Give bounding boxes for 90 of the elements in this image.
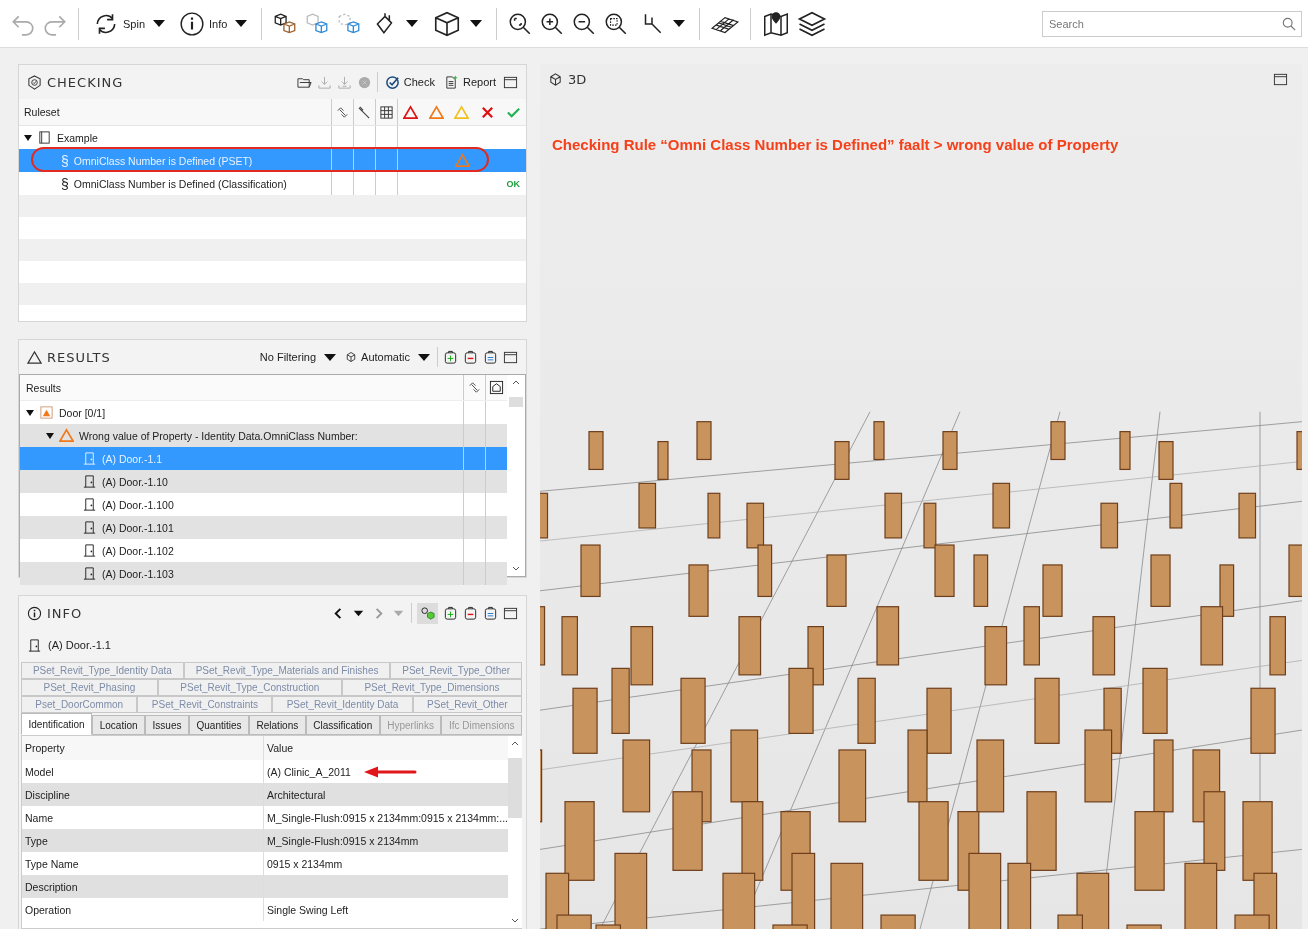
spin-button[interactable]: Spin <box>89 10 170 37</box>
book-icon <box>37 130 52 145</box>
table-icon <box>379 104 394 120</box>
door-label: (A) Door.-1.101 <box>102 521 174 534</box>
door-label: (A) Door.-1.102 <box>102 544 174 557</box>
triangle-icon <box>27 349 42 365</box>
section-sign: § <box>61 175 69 192</box>
report-button[interactable]: Report <box>441 74 498 90</box>
tab[interactable]: Issues <box>145 715 189 735</box>
ok-status: OK <box>506 178 520 189</box>
result-row[interactable]: (A) Door.-1.101 <box>20 516 507 539</box>
door-label: (A) Door.-1.103 <box>102 567 174 580</box>
filter-dropdown[interactable]: No Filtering <box>257 351 339 363</box>
column-header: Property <box>22 736 264 760</box>
info-icon <box>27 605 42 621</box>
tab[interactable]: Classification <box>305 715 380 735</box>
annotation-text: Checking Rule “Omni Class Number is Defined” faalt > wrong value of Property <box>551 135 1120 153</box>
table-cell: Single Swing Left <box>267 903 349 916</box>
door-icon <box>82 474 97 489</box>
table-cell: M_Single-Flush:0915 x 2134mm <box>267 834 419 847</box>
rule-name: OmniClass Number is Defined (PSET) <box>73 154 253 167</box>
info-button[interactable]: Info <box>175 10 252 37</box>
search-icon[interactable] <box>1282 16 1296 31</box>
column-header: Value <box>266 741 295 756</box>
warning-folder-icon <box>39 405 54 420</box>
table-cell: Architectural <box>267 788 326 801</box>
result-row[interactable]: (A) Door.-1.10 <box>20 470 507 493</box>
clipboard-remove-icon[interactable] <box>463 349 478 365</box>
door-icon <box>82 497 97 512</box>
issue-label: Wrong value of Property - Identity Data.OmniClass Number: <box>79 429 358 442</box>
door-icon <box>27 637 42 653</box>
window-icon[interactable] <box>503 349 518 365</box>
panel-title: CHECKING <box>47 74 124 90</box>
element-name: (A) Door.-1.1 <box>48 639 111 651</box>
table-cell: (A) Clinic_A_2011 <box>267 765 351 778</box>
door-icon <box>82 520 97 535</box>
select-cube-icon[interactable] <box>417 602 438 624</box>
window-icon[interactable] <box>1273 71 1288 87</box>
result-group-label: Door [0/1] <box>59 406 106 419</box>
scrollbar[interactable] <box>508 736 523 928</box>
search-field[interactable]: Search <box>1042 10 1302 37</box>
info-icon <box>179 10 206 37</box>
table-cell: Description <box>22 875 264 898</box>
warning-icon <box>59 428 74 443</box>
check-circle-icon <box>384 74 400 90</box>
clipboard-remove-icon[interactable] <box>463 605 478 621</box>
section-sign: § <box>61 152 69 169</box>
table-cell: Operation <box>22 898 264 921</box>
tab[interactable]: Location <box>92 715 146 735</box>
result-row[interactable]: (A) Door.-1.103 <box>20 562 507 585</box>
ruleset-name: Example <box>57 131 98 144</box>
cross-icon <box>480 104 496 120</box>
tab[interactable]: Identification <box>21 713 93 735</box>
warning-icon <box>403 104 419 120</box>
window-icon[interactable] <box>503 74 518 90</box>
clipboard-list-icon[interactable] <box>483 605 498 621</box>
door-label: (A) Door.-1.10 <box>102 475 168 488</box>
tab[interactable]: Relations <box>249 715 306 735</box>
door-label: (A) Door.-1.1 <box>102 452 163 465</box>
table-cell: M_Single-Flush:0915 x 2134mm:0915 x 2134mm:... <box>267 811 509 824</box>
warning-icon <box>428 104 444 120</box>
view-title: 3D <box>568 71 587 87</box>
check-button[interactable]: Check <box>382 74 437 90</box>
shield-check-icon <box>27 74 42 90</box>
clipboard-list-icon[interactable] <box>483 349 498 365</box>
cube-icon <box>345 351 358 363</box>
clipboard-add-icon[interactable] <box>443 605 458 621</box>
rule-name: OmniClass Number is Defined (Classification) <box>73 177 287 190</box>
clipboard-add-icon[interactable] <box>443 349 458 365</box>
door-icon <box>82 543 97 558</box>
door-icon <box>82 451 97 466</box>
table-cell: 0915 x 2134mm <box>267 857 343 870</box>
window-icon[interactable] <box>503 605 518 621</box>
table-cell: Discipline <box>22 783 264 806</box>
scroll-thumb[interactable] <box>509 397 523 407</box>
tree-row[interactable]: Wrong value of Property - Identity Data.OmniClass Number: <box>20 424 507 447</box>
mode-dropdown[interactable]: Automatic <box>343 351 432 363</box>
table-cell: Type <box>22 829 264 852</box>
home-frame-icon <box>489 380 504 395</box>
scroll-thumb[interactable] <box>508 758 523 818</box>
door-label: (A) Door.-1.100 <box>102 498 174 511</box>
tab[interactable]: Quantities <box>188 715 250 735</box>
panel-title: INFO <box>47 605 83 621</box>
panel-title: RESULTS <box>47 349 111 365</box>
cube-icon <box>548 71 563 87</box>
document-icon <box>443 74 459 90</box>
column-header: Ruleset <box>23 105 61 120</box>
warning-icon <box>454 104 470 120</box>
column-header: Results <box>25 380 62 396</box>
door-icon <box>82 566 97 581</box>
